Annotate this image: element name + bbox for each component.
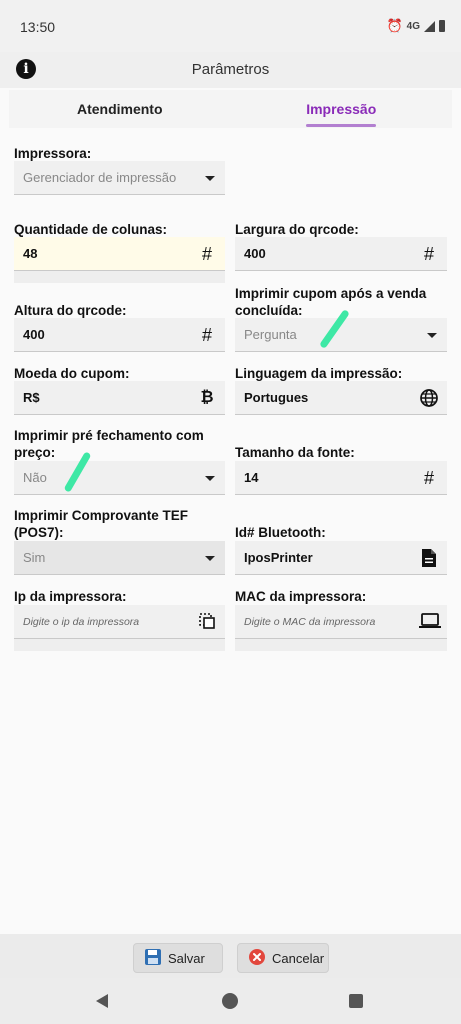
select-icon: [197, 612, 217, 632]
cancel-icon: [248, 948, 266, 969]
quantidade-colunas-label: Quantidade de colunas:: [14, 222, 168, 237]
comprovante-tef-label: Imprimir Comprovante TEF (POS7):: [14, 508, 189, 540]
moeda-cupom-value: R$: [23, 390, 40, 405]
pre-fechamento-select[interactable]: Não: [14, 461, 225, 495]
hash-icon: #: [201, 325, 212, 345]
impressora-value: Gerenciador de impressão: [23, 170, 177, 185]
tamanho-fonte-label: Tamanho da fonte:: [235, 445, 355, 460]
battery-icon: [439, 20, 445, 32]
field-underlay: [14, 271, 225, 283]
ip-impressora-label: Ip da impressora:: [14, 589, 127, 604]
app-bar: i Parâmetros: [0, 52, 461, 88]
pre-fechamento-value: Não: [23, 470, 47, 485]
chevron-down-icon: [427, 333, 437, 338]
quantidade-colunas-value: 48: [23, 246, 38, 261]
impressora-select[interactable]: Gerenciador de impressão: [14, 161, 225, 195]
chevron-down-icon: [205, 476, 215, 481]
action-bar: Salvar Cancelar: [0, 934, 461, 978]
laptop-icon: [419, 612, 441, 632]
document-icon: [419, 548, 439, 568]
impressora-label: Impressora:: [14, 146, 92, 161]
pre-fechamento-label: Imprimir pré fechamento com preço:: [14, 428, 204, 460]
cancel-label: Cancelar: [272, 950, 325, 966]
linguagem-label: Linguagem da impressão:: [235, 366, 403, 381]
imprimir-cupom-value: Pergunta: [244, 327, 297, 342]
id-bluetooth-value: IposPrinter: [244, 550, 313, 565]
hash-icon: #: [201, 244, 212, 264]
field-underlay: [235, 639, 447, 651]
chevron-down-icon: [205, 176, 215, 181]
status-bar: 13:50 ⏰ 4G: [0, 0, 461, 52]
mac-impressora-label: MAC da impressora:: [235, 589, 367, 604]
tamanho-fonte-input[interactable]: 14 #: [235, 461, 447, 495]
hash-icon: #: [423, 468, 434, 488]
cancel-button[interactable]: Cancelar: [237, 943, 329, 973]
back-icon[interactable]: [96, 994, 108, 1008]
status-time: 13:50: [20, 19, 56, 35]
globe-icon: [419, 388, 439, 408]
chevron-down-icon: [205, 556, 215, 561]
status-icons: ⏰ 4G: [386, 18, 445, 34]
mac-impressora-input[interactable]: Digite o MAC da impressora: [235, 605, 447, 639]
largura-qrcode-value: 400: [244, 246, 266, 261]
bitcoin-icon: ₿: [200, 389, 214, 406]
save-button[interactable]: Salvar: [133, 943, 223, 973]
id-bluetooth-label: Id# Bluetooth:: [235, 525, 326, 540]
tab-impressao[interactable]: Impressão: [231, 90, 453, 128]
network-label: 4G: [406, 20, 420, 32]
altura-qrcode-label: Altura do qrcode:: [14, 303, 127, 318]
mac-impressora-placeholder: Digite o MAC da impressora: [244, 616, 376, 628]
moeda-cupom-label: Moeda do cupom:: [14, 366, 130, 381]
altura-qrcode-value: 400: [23, 327, 45, 342]
tab-bar: Atendimento Impressão: [9, 90, 452, 128]
tamanho-fonte-value: 14: [244, 470, 259, 485]
comprovante-tef-value: Sim: [23, 550, 46, 565]
recent-apps-icon[interactable]: [349, 994, 363, 1008]
floppy-disk-icon: [144, 948, 162, 969]
linguagem-value: Portugues: [244, 390, 309, 405]
largura-qrcode-label: Largura do qrcode:: [235, 222, 359, 237]
id-bluetooth-input[interactable]: IposPrinter: [235, 541, 447, 575]
alarm-icon: ⏰: [386, 18, 403, 33]
signal-icon: [424, 20, 435, 32]
comprovante-tef-select[interactable]: Sim: [14, 541, 225, 575]
altura-qrcode-input[interactable]: 400 #: [14, 318, 225, 352]
ip-impressora-input[interactable]: Digite o ip da impressora: [14, 605, 225, 639]
ip-impressora-placeholder: Digite o ip da impressora: [23, 616, 140, 628]
tab-atendimento[interactable]: Atendimento: [9, 90, 231, 128]
quantidade-colunas-input[interactable]: 48 #: [14, 237, 225, 271]
page-title: Parâmetros: [191, 61, 270, 78]
hash-icon: #: [423, 244, 434, 264]
linguagem-input[interactable]: Portugues: [235, 381, 447, 415]
moeda-cupom-input[interactable]: R$ ₿: [14, 381, 225, 415]
save-label: Salvar: [168, 950, 205, 966]
field-underlay: [14, 639, 225, 651]
home-icon[interactable]: [222, 993, 238, 1009]
largura-qrcode-input[interactable]: 400 #: [235, 237, 447, 271]
system-nav-bar: [0, 978, 461, 1024]
